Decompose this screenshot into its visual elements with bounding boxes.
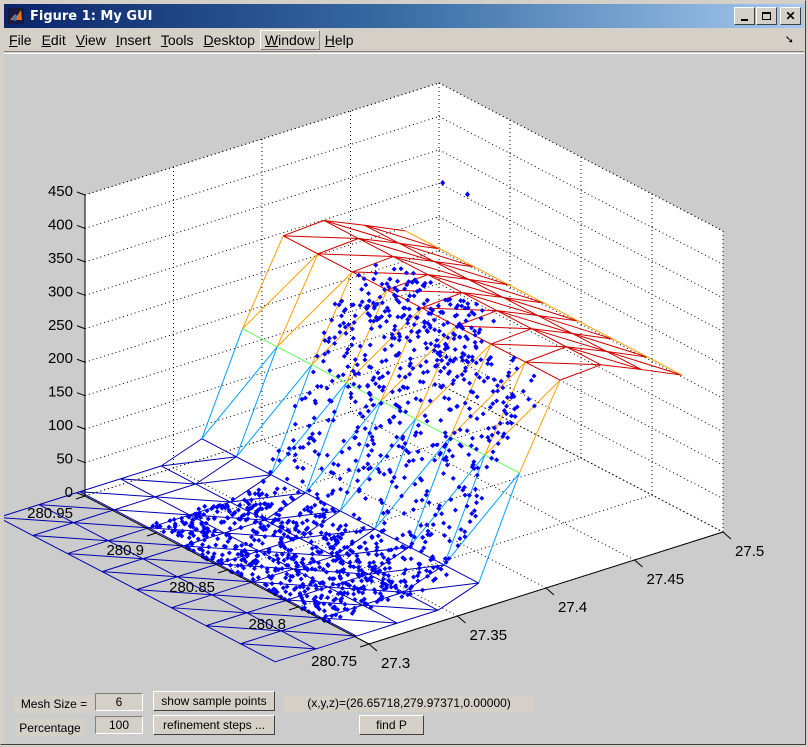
close-icon: ✕: [785, 9, 796, 23]
mesh-edge: [171, 594, 213, 609]
mesh-edge: [211, 594, 247, 614]
z-tick: [76, 191, 86, 196]
window-title: Figure 1: My GUI: [30, 8, 153, 24]
y-tick-label: 280.9: [106, 542, 144, 559]
mesh-edge: [211, 581, 253, 596]
z-tick: [76, 358, 86, 363]
z-tick: [76, 459, 86, 464]
x-tick-label: 27.4: [558, 599, 587, 616]
y-tick: [146, 532, 157, 537]
x-tick: [368, 643, 378, 652]
show-sample-points-button[interactable]: show sample points: [153, 691, 275, 711]
mesh-size-input[interactable]: 6: [95, 693, 143, 711]
z-tick: [76, 258, 86, 263]
figure-window: Figure 1: My GUI ✕ File Edit View Insert…: [0, 0, 806, 745]
y-tick-label: 280.75: [311, 653, 357, 670]
mesh-edge: [67, 540, 109, 555]
mesh-edge: [142, 545, 184, 560]
x-tick-label: 27.35: [470, 627, 508, 644]
menu-file[interactable]: File: [4, 30, 37, 50]
z-tick-label: 350: [48, 250, 73, 267]
y-tick: [217, 569, 228, 574]
mesh-edge: [67, 553, 103, 573]
z-tick: [76, 392, 86, 397]
menu-tools[interactable]: Tools: [156, 30, 199, 50]
figure-canvas: 27.3 27.35 27.4 27.45 27.5 280.75 280.8 280.85 2…: [4, 53, 804, 744]
mesh-edge: [177, 563, 219, 578]
mesh-edge: [101, 558, 143, 573]
title-bar[interactable]: Figure 1: My GUI ✕: [4, 4, 804, 28]
mesh-edge: [73, 522, 109, 542]
mesh-edge: [142, 558, 178, 578]
z-tick-label: 150: [48, 384, 73, 401]
mesh-edge: [32, 535, 68, 555]
mesh-edge: [38, 491, 80, 506]
mesh-edge: [171, 607, 247, 614]
mesh-edge: [32, 535, 109, 542]
x-tick-label: 27.45: [647, 571, 685, 588]
z-tick-label: 50: [56, 451, 73, 468]
undock-arrow-icon[interactable]: ➘: [785, 33, 794, 46]
y-tick: [75, 495, 86, 500]
z-tick-label: 100: [48, 417, 73, 434]
x-tick: [457, 615, 466, 624]
minimize-button[interactable]: [734, 7, 755, 25]
menu-help[interactable]: Help: [320, 30, 359, 50]
mesh-edge: [274, 648, 317, 663]
maximize-button[interactable]: [756, 7, 777, 25]
mesh-edge: [136, 589, 172, 609]
z-tick-label: 200: [48, 350, 73, 367]
menu-bar: File Edit View Insert Tools Desktop Wind…: [4, 29, 804, 52]
x-tick: [722, 531, 732, 540]
close-button[interactable]: ✕: [780, 7, 801, 25]
mesh-size-label: Mesh Size =: [14, 695, 94, 713]
z-tick: [76, 224, 86, 229]
refinement-steps-button[interactable]: refinement steps ...: [153, 715, 275, 735]
menu-window[interactable]: Window: [259, 30, 320, 50]
y-tick-label: 280.95: [27, 505, 73, 522]
mesh-edge: [315, 635, 357, 650]
mesh-edge: [101, 571, 137, 591]
menu-view[interactable]: View: [71, 30, 111, 50]
mesh-edge: [102, 571, 178, 578]
mesh-edge: [108, 527, 150, 542]
z-tick: [76, 291, 86, 296]
plot-3d[interactable]: 27.3 27.35 27.4 27.45 27.5 280.75 280.8 280.85 2…: [4, 54, 804, 744]
mesh-edge: [32, 522, 74, 537]
menu-edit[interactable]: Edit: [37, 30, 71, 50]
percentage-input[interactable]: 100: [95, 716, 143, 734]
mesh-edge: [205, 625, 241, 645]
mesh-edge: [171, 607, 207, 627]
mesh-edge: [73, 509, 115, 524]
x-tick-label: 27.3: [381, 655, 410, 672]
mesh-edge: [246, 599, 288, 614]
mesh-edge: [240, 643, 276, 663]
z-tick: [76, 325, 86, 330]
maximize-icon: [762, 12, 771, 20]
coordinate-readout: (x,y,z)=(26.65718,279.97371,0.00000): [284, 695, 534, 712]
z-tick: [76, 425, 86, 430]
y-tick-label: 280.8: [248, 616, 286, 633]
minimize-icon: [741, 19, 748, 21]
x-tick: [545, 587, 555, 596]
z-tick-label: 250: [48, 317, 73, 334]
z-tick-label: 450: [48, 183, 73, 200]
y-tick-label: 280.85: [169, 579, 215, 596]
z-tick-label: 0: [65, 484, 73, 501]
x-tick-label: 27.5: [735, 543, 764, 560]
percentage-label: Percentage: [16, 719, 84, 737]
matlab-logo-icon: [8, 8, 24, 24]
x-tick: [634, 559, 643, 568]
z-tick-label: 300: [48, 283, 73, 300]
y-tick: [359, 643, 370, 648]
y-tick: [288, 606, 299, 611]
menu-desktop[interactable]: Desktop: [199, 30, 260, 50]
z-tick-label: 400: [48, 216, 73, 233]
find-p-button[interactable]: find P: [359, 715, 424, 735]
mesh-edge: [281, 630, 317, 650]
mesh-edge: [205, 612, 247, 627]
mesh-edge: [281, 617, 323, 632]
mesh-edge: [240, 643, 316, 650]
menu-insert[interactable]: Insert: [111, 30, 156, 50]
